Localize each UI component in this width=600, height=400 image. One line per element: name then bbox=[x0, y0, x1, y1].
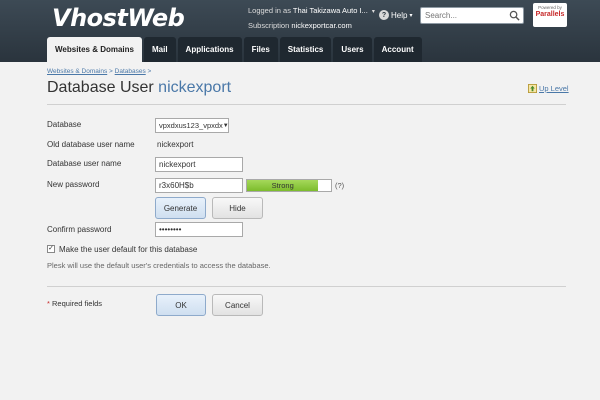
powered-by-label: Powered by bbox=[538, 5, 562, 10]
tab-files[interactable]: Files bbox=[243, 37, 278, 62]
required-star: * bbox=[47, 299, 50, 308]
main-content: Websites & Domains > Databases > Databas… bbox=[0, 62, 600, 400]
up-level-icon bbox=[528, 84, 537, 93]
page-title: Database User nickexport bbox=[47, 79, 231, 97]
chevron-down-icon: ▾ bbox=[409, 12, 413, 19]
up-level-link[interactable]: Up Level bbox=[528, 84, 569, 93]
user-name-label: Database user name bbox=[47, 159, 122, 168]
divider bbox=[47, 286, 566, 287]
confirm-password-field[interactable] bbox=[155, 222, 243, 237]
divider bbox=[47, 104, 566, 105]
confirm-password-label: Confirm password bbox=[47, 225, 112, 234]
default-user-label[interactable]: Make the user default for this database bbox=[59, 245, 197, 254]
parallels-brand: Parallels bbox=[535, 11, 565, 18]
password-strength-meter: Strong bbox=[246, 179, 332, 192]
tab-users[interactable]: Users bbox=[333, 37, 372, 62]
new-password-field[interactable] bbox=[155, 178, 243, 193]
new-password-label: New password bbox=[47, 180, 100, 189]
tab-mail[interactable]: Mail bbox=[143, 37, 176, 62]
generate-button[interactable]: Generate bbox=[155, 197, 206, 219]
database-select[interactable]: vpxdxus123_vpxdx ▼ bbox=[155, 118, 229, 133]
old-user-value: nickexport bbox=[157, 140, 194, 149]
help-icon: ? bbox=[379, 10, 389, 20]
required-fields-label: Required fields bbox=[52, 299, 103, 308]
required-fields-note: * Required fields bbox=[47, 299, 102, 308]
help-label: Help bbox=[391, 10, 408, 20]
logo: VhostWeb bbox=[52, 4, 185, 32]
cancel-button[interactable]: Cancel bbox=[212, 294, 263, 316]
ok-button[interactable]: OK bbox=[156, 294, 206, 316]
database-label: Database bbox=[47, 120, 82, 129]
page-title-name: nickexport bbox=[158, 79, 232, 96]
top-header: VhostWeb Logged in as Thai Takizawa Auto… bbox=[0, 0, 600, 62]
tab-applications[interactable]: Applications bbox=[177, 37, 242, 62]
password-help-icon[interactable]: (?) bbox=[335, 181, 344, 190]
strength-text: Strong bbox=[271, 181, 294, 190]
hide-button[interactable]: Hide bbox=[212, 197, 263, 219]
main-tabs: Websites & Domains Mail Applications Fil… bbox=[47, 37, 422, 62]
search-box bbox=[420, 7, 524, 24]
user-name-field[interactable] bbox=[155, 157, 243, 172]
default-user-note: Plesk will use the default user's creden… bbox=[47, 261, 271, 270]
logged-in-label: Logged in as bbox=[248, 6, 291, 15]
subscription-label: Subscription bbox=[248, 21, 290, 30]
search-icon[interactable] bbox=[509, 10, 520, 21]
search-input[interactable] bbox=[421, 8, 507, 23]
tab-websites-domains[interactable]: Websites & Domains bbox=[47, 37, 142, 62]
help-menu[interactable]: ? Help ▾ bbox=[379, 10, 412, 20]
up-level-label: Up Level bbox=[539, 84, 569, 93]
tab-statistics[interactable]: Statistics bbox=[279, 37, 332, 62]
parallels-logo: Powered by Parallels bbox=[533, 3, 567, 27]
default-user-checkbox[interactable]: ✓ bbox=[47, 245, 55, 253]
breadcrumb-databases[interactable]: Databases bbox=[115, 68, 146, 75]
chevron-down-icon[interactable]: ▾ bbox=[372, 9, 375, 15]
old-user-label: Old database user name bbox=[47, 140, 135, 149]
page-title-prefix: Database User bbox=[47, 79, 154, 96]
logged-in-user[interactable]: Thai Takizawa Auto I... bbox=[293, 6, 368, 15]
database-select-value: vpxdxus123_vpxdx bbox=[159, 121, 223, 130]
account-info: Logged in as Thai Takizawa Auto I... ▾ S… bbox=[248, 4, 375, 32]
breadcrumb: Websites & Domains > Databases > bbox=[47, 68, 152, 75]
tab-account[interactable]: Account bbox=[373, 37, 422, 62]
chevron-down-icon: ▼ bbox=[222, 122, 229, 129]
subscription-value[interactable]: nickexportcar.com bbox=[291, 21, 351, 30]
breadcrumb-websites-domains[interactable]: Websites & Domains bbox=[47, 68, 107, 75]
